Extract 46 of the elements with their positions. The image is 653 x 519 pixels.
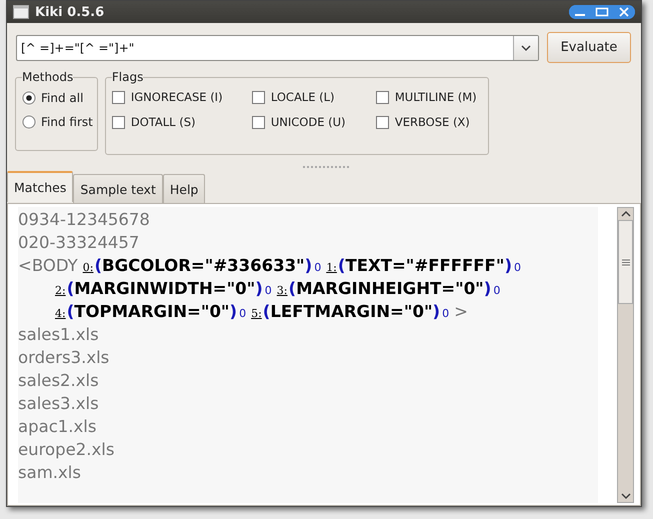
- match-text: >: [454, 301, 468, 323]
- group-title: Methods: [22, 70, 74, 84]
- match-group: 5:(LEFTMARGIN="0")0: [251, 300, 450, 323]
- radio-button[interactable]: [22, 115, 36, 129]
- checkbox[interactable]: [376, 90, 389, 104]
- checkbox-label[interactable]: VERBOSE (X): [394, 115, 470, 129]
- match-text: <BODY: [18, 255, 78, 277]
- checkbox-label[interactable]: IGNORECASE (I): [130, 90, 223, 104]
- scrollbar-thumb[interactable]: [618, 220, 633, 304]
- checkbox-label[interactable]: DOTALL (S): [130, 115, 196, 129]
- match-text: 020-33324457: [18, 232, 140, 254]
- checkbox[interactable]: [252, 116, 265, 128]
- window-icon: [13, 5, 29, 19]
- tab[interactable]: Sample text: [73, 174, 163, 203]
- match-group: 1:(TEXT="#FFFFFF")0: [326, 254, 521, 277]
- match-group: 2:(MARGINWIDTH="0")0: [55, 277, 272, 300]
- tab[interactable]: Help: [162, 174, 206, 203]
- evaluate-button[interactable]: Evaluate: [547, 32, 631, 63]
- radio-button[interactable]: [22, 91, 36, 105]
- match-group: 3:(MARGINHEIGHT="0")0: [276, 277, 500, 300]
- match-text: europe2.xls: [18, 439, 114, 461]
- checkbox-label[interactable]: MULTILINE (M): [394, 90, 477, 104]
- match-text: 0934-12345678: [18, 209, 150, 231]
- window-title: Kiki 0.5.6: [35, 4, 104, 20]
- chevron-down-icon[interactable]: [520, 44, 532, 52]
- grip-icon: [622, 258, 630, 266]
- match-text: orders3.xls: [18, 347, 110, 369]
- match-text: sales2.xls: [18, 370, 99, 392]
- checkbox[interactable]: [112, 116, 125, 128]
- match-text: sales1.xls: [18, 324, 99, 346]
- match-text: sales3.xls: [18, 393, 99, 415]
- match-text: sam.xls: [18, 462, 81, 484]
- radio-label[interactable]: Find all: [41, 91, 84, 105]
- match-group: 0:(BGCOLOR="#336633")0: [82, 254, 322, 277]
- tab[interactable]: Matches: [7, 171, 74, 202]
- group-title: Flags: [112, 70, 144, 84]
- checkbox-label[interactable]: UNICODE (U): [270, 115, 346, 129]
- checkbox-label[interactable]: LOCALE (L): [270, 90, 335, 104]
- radio-label[interactable]: Find first: [41, 115, 93, 129]
- checkbox[interactable]: [112, 90, 125, 104]
- match-group: 4:(TOPMARGIN="0")0: [55, 300, 246, 323]
- pane-splitter-handle[interactable]: [302, 164, 352, 168]
- match-text: apac1.xls: [18, 416, 96, 438]
- vertical-scrollbar[interactable]: [617, 207, 634, 503]
- checkbox[interactable]: [376, 116, 389, 128]
- checkbox[interactable]: [252, 90, 265, 104]
